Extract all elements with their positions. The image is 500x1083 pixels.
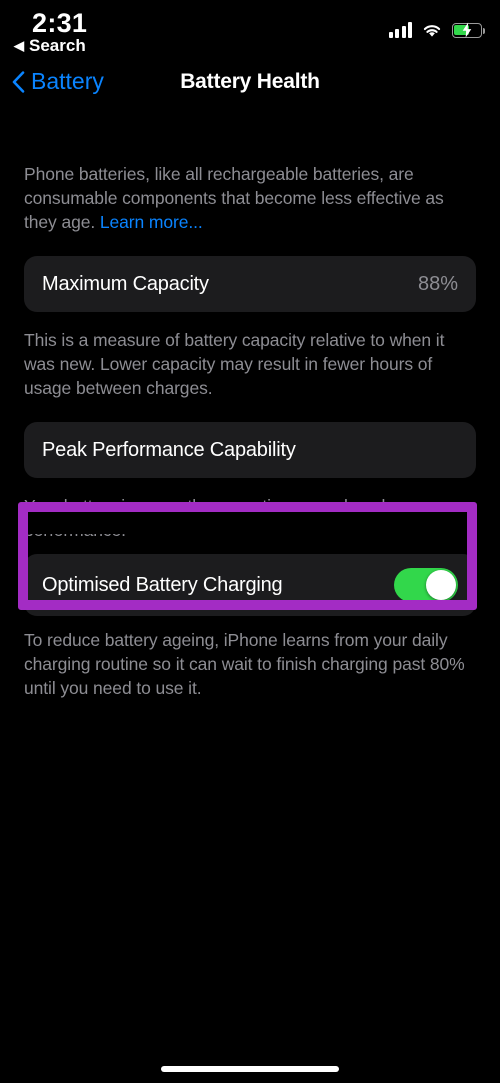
maximum-capacity-footnote: This is a measure of battery capacity re… — [24, 330, 445, 398]
maximum-capacity-value: 88% — [417, 272, 458, 295]
page-title: Battery Health — [180, 70, 320, 93]
maximum-capacity-label: Maximum Capacity — [42, 272, 209, 295]
toggle-knob — [426, 570, 456, 600]
home-indicator[interactable] — [161, 1066, 339, 1072]
wifi-icon — [421, 22, 443, 38]
peak-performance-label: Peak Performance Capability — [42, 438, 296, 461]
navigation-bar: Battery Battery Health — [0, 62, 500, 114]
intro-text: Phone batteries, like all rechargeable b… — [24, 164, 444, 232]
cellular-signal-icon — [388, 22, 412, 38]
optimised-battery-charging-footnote: To reduce battery ageing, iPhone learns … — [24, 630, 465, 698]
maximum-capacity-row[interactable]: Maximum Capacity 88% — [24, 256, 476, 312]
status-time: 2:31 — [32, 8, 88, 38]
optimised-battery-charging-row[interactable]: Optimised Battery Charging — [24, 554, 476, 616]
intro-description: Phone batteries, like all rechargeable b… — [0, 162, 500, 234]
status-bar: 2:31 ◀ Search — [0, 0, 500, 62]
back-triangle-icon: ◀ — [14, 37, 24, 53]
battery-charging-icon — [452, 22, 486, 38]
status-bar-back-to-search[interactable]: ◀ Search — [14, 36, 86, 56]
settings-content: Phone batteries, like all rechargeable b… — [0, 114, 500, 700]
optimised-battery-charging-toggle[interactable] — [394, 568, 458, 602]
optimised-battery-charging-label: Optimised Battery Charging — [42, 573, 283, 596]
status-bar-indicators — [388, 18, 486, 42]
annotation-inner-mask — [28, 512, 467, 534]
status-bar-back-label: Search — [29, 36, 86, 55]
learn-more-link[interactable]: Learn more... — [100, 212, 203, 232]
peak-performance-row[interactable]: Peak Performance Capability — [24, 422, 476, 478]
